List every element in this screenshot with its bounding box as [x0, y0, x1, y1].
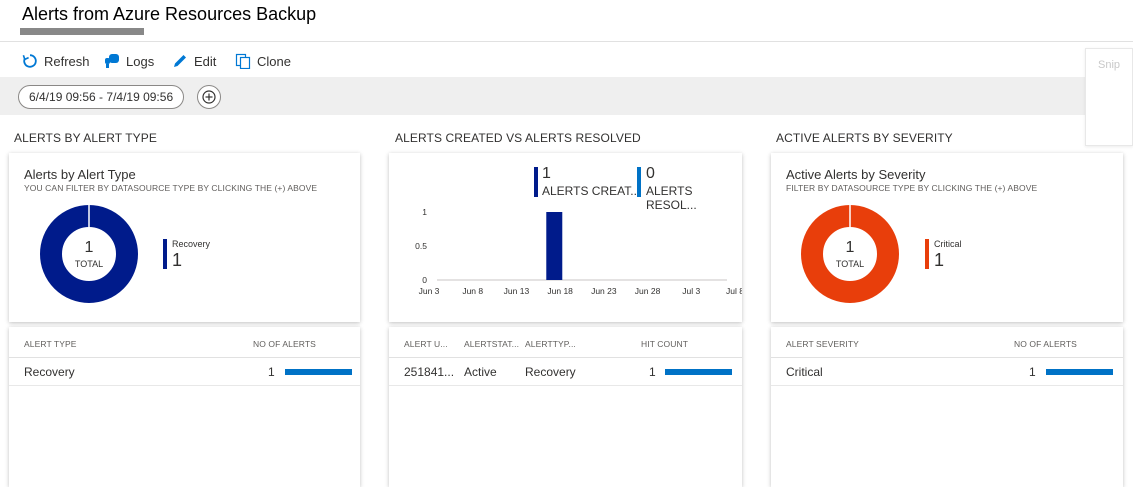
cell-severity: Critical — [786, 365, 823, 379]
x-tick-label: Jul 8 — [726, 286, 742, 296]
hit-count-bar — [665, 369, 732, 375]
created-vs-resolved-card[interactable]: 1 ALERTS CREAT... 0 ALERTS RESOL... 0 0.5… — [389, 153, 742, 322]
created-resolved-chart: 0 0.5 1 Jun 3 Jun 8 Jun 13 Jun 18 Jun 23 Jun 28 J… — [415, 207, 742, 296]
clone-icon — [235, 53, 251, 69]
clone-label: Clone — [257, 53, 291, 69]
legend-swatch-recovery — [163, 239, 167, 269]
column-header-alert-severity[interactable]: ALERT SEVERITY — [786, 339, 859, 349]
x-tick-label: Jun 28 — [635, 286, 661, 296]
row-divider — [9, 385, 360, 386]
column-header-alert-state[interactable]: ALERTSTAT... — [464, 339, 519, 349]
redacted-subtitle — [20, 28, 144, 35]
row-divider — [771, 385, 1123, 386]
y-tick-label: 0.5 — [415, 241, 427, 251]
x-tick-label: Jun 3 — [419, 286, 440, 296]
legend-value-recovery: 1 — [172, 250, 183, 270]
card-title: Active Alerts by Severity — [786, 167, 926, 182]
snip-overlay: Snip — [1085, 48, 1133, 146]
x-tick-label: Jun 18 — [547, 286, 573, 296]
cell-alert-state: Active — [464, 365, 497, 379]
section-title-by-type: ALERTS BY ALERT TYPE — [14, 131, 157, 145]
legend-label-recovery: Recovery — [172, 239, 211, 249]
y-tick-label: 0 — [422, 275, 427, 285]
edit-button[interactable]: Edit — [172, 51, 216, 71]
card-title: Alerts by Alert Type — [24, 167, 136, 182]
column-header-no-of-alerts[interactable]: NO OF ALERTS — [253, 339, 316, 349]
cell-alert-type: Recovery — [525, 365, 576, 379]
alerts-by-severity-card[interactable]: Active Alerts by Severity FILTER BY DATA… — [771, 153, 1123, 322]
cell-hit-count: 1 — [649, 365, 656, 379]
y-tick-label: 1 — [422, 207, 427, 217]
logs-label: Logs — [126, 53, 155, 69]
card-subtitle: YOU CAN FILTER BY DATASOURCE TYPE BY CLI… — [24, 183, 318, 193]
page-header: Alerts from Azure Resources Backup — [0, 0, 1133, 42]
count-bar — [1046, 369, 1113, 375]
header-divider — [389, 357, 742, 358]
edit-label: Edit — [194, 53, 217, 69]
column-header-alert-id[interactable]: ALERT U... — [404, 339, 448, 349]
donut-total-label: TOTAL — [835, 259, 865, 269]
logs-icon — [105, 54, 119, 68]
x-tick-label: Jun 8 — [462, 286, 483, 296]
legend-label-critical: Critical — [934, 239, 962, 249]
cell-count: 1 — [1029, 365, 1036, 379]
command-bar: Refresh Logs Edit Clone — [0, 43, 1133, 77]
x-tick-label: Jul 3 — [682, 286, 700, 296]
refresh-icon — [22, 54, 37, 68]
alert-details-table: ALERT U... ALERTSTAT... ALERTTYP... HIT … — [389, 327, 742, 487]
cell-alert-type: Recovery — [24, 365, 75, 379]
legend-value-critical: 1 — [934, 250, 945, 270]
column-header-alert-type[interactable]: ALERTTYP... — [525, 339, 576, 349]
alert-type-table: ALERT TYPE NO OF ALERTS Recovery 1 — [9, 327, 360, 487]
severity-table: ALERT SEVERITY NO OF ALERTS Critical 1 — [771, 327, 1123, 487]
donut-total-value: 1 — [84, 239, 94, 256]
section-title-created-resolved: ALERTS CREATED VS ALERTS RESOLVED — [395, 131, 641, 145]
plus-icon — [202, 90, 216, 104]
x-tick-label: Jun 13 — [504, 286, 530, 296]
refresh-label: Refresh — [44, 53, 90, 69]
card-subtitle: FILTER BY DATASOURCE TYPE BY CLICKING TH… — [786, 183, 1038, 193]
time-range-filter[interactable]: 6/4/19 09:56 - 7/4/19 09:56 — [18, 85, 185, 109]
alerts-by-type-card[interactable]: Alerts by Alert Type YOU CAN FILTER BY D… — [9, 153, 360, 322]
donut-total-label: TOTAL — [74, 259, 104, 269]
x-tick-label: Jun 23 — [591, 286, 617, 296]
logs-button[interactable]: Logs — [104, 51, 154, 71]
cell-count: 1 — [268, 365, 275, 379]
refresh-button[interactable]: Refresh — [22, 51, 90, 71]
clone-button[interactable]: Clone — [235, 51, 291, 71]
page-title: Alerts from Azure Resources Backup — [22, 4, 317, 24]
column-header-alert-type[interactable]: ALERT TYPE — [24, 339, 77, 349]
header-divider — [9, 357, 360, 358]
snip-label: Snip — [1098, 59, 1121, 71]
edit-icon — [174, 55, 186, 67]
column-header-hit-count[interactable]: HIT COUNT — [641, 339, 688, 349]
section-title-by-severity: ACTIVE ALERTS BY SEVERITY — [776, 131, 953, 145]
row-divider — [389, 385, 742, 386]
bar-alerts-created — [546, 212, 563, 280]
header-divider — [771, 357, 1123, 358]
filter-bar: 6/4/19 09:56 - 7/4/19 09:56 — [0, 77, 1133, 115]
cell-alert-id: 251841... — [404, 365, 455, 379]
legend-swatch-critical — [925, 239, 929, 269]
add-filter-button[interactable] — [197, 85, 221, 109]
donut-total-value: 1 — [845, 239, 855, 256]
column-header-no-of-alerts[interactable]: NO OF ALERTS — [1014, 339, 1077, 349]
count-bar — [285, 369, 352, 375]
